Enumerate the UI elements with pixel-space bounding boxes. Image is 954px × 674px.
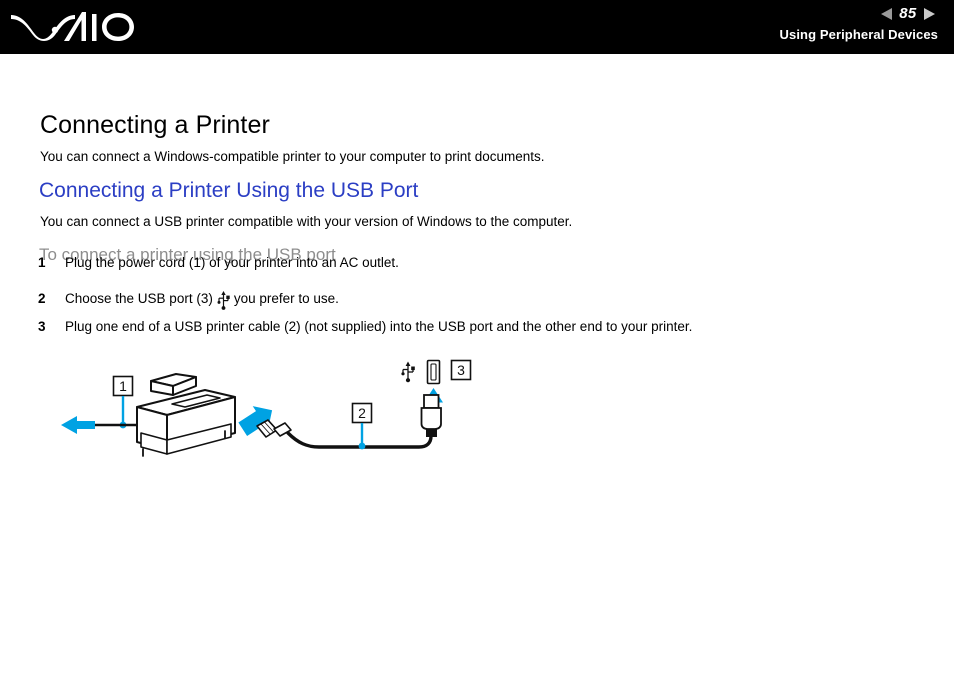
callout-3: 3 bbox=[450, 359, 472, 381]
page-number: 85 bbox=[899, 5, 917, 22]
usb-trident-icon-figure bbox=[401, 361, 415, 383]
step-number: 1 bbox=[38, 255, 46, 270]
header-right-block: 85 Using Peripheral Devices bbox=[518, 4, 938, 42]
header-section-title: Using Peripheral Devices bbox=[779, 27, 938, 42]
step-number: 3 bbox=[38, 319, 46, 334]
blue-left-arrow bbox=[61, 416, 95, 434]
svg-text:1: 1 bbox=[119, 378, 127, 394]
figure-caption: Diagram showing a printer connected by a… bbox=[55, 485, 56, 486]
step-text-after-icon: you prefer to use. bbox=[233, 291, 339, 306]
blue-diagonal-arrow bbox=[238, 406, 273, 436]
previous-page-icon[interactable] bbox=[880, 8, 892, 20]
next-page-icon[interactable] bbox=[924, 8, 935, 20]
step-item: 2 Choose the USB port (3) you prefer to u… bbox=[38, 291, 918, 311]
vaio-logo-label: VAIO bbox=[138, 8, 139, 9]
step-number: 2 bbox=[38, 291, 46, 306]
step-text: Plug one end of a USB printer cable (2) … bbox=[65, 319, 693, 334]
usb-trident-icon bbox=[216, 291, 231, 310]
intro-paragraph: You can connect a Windows-compatible pri… bbox=[40, 148, 545, 164]
section-paragraph: You can connect a USB printer compatible… bbox=[40, 213, 573, 229]
printer-illustration bbox=[136, 373, 236, 457]
usb-port-slot-icon bbox=[426, 359, 441, 385]
vaio-logo: VAIO bbox=[8, 8, 138, 46]
page-content: Connecting a Printer You can connect a W… bbox=[0, 54, 954, 674]
page-navigation: 85 bbox=[518, 4, 938, 24]
usb-plug-connector bbox=[420, 394, 442, 437]
usb-cable-printer-connector bbox=[256, 419, 292, 438]
step-item: 1 Plug the power cord (1) of your printe… bbox=[38, 255, 918, 273]
svg-text:3: 3 bbox=[457, 362, 465, 378]
step-text-before-icon: Choose the USB port (3) bbox=[65, 291, 213, 306]
step-item: 3 Plug one end of a USB printer cable (2… bbox=[38, 319, 918, 337]
page-header: VAIO 85 Using Peripheral Devices bbox=[0, 0, 954, 54]
printer-connection-diagram: 3 1 2 bbox=[55, 350, 495, 480]
page-title: Connecting a Printer bbox=[40, 110, 270, 139]
step-text: Plug the power cord (1) of your printer … bbox=[65, 255, 399, 270]
procedure-steps: 1 Plug the power cord (1) of your printe… bbox=[38, 255, 918, 337]
svg-text:2: 2 bbox=[358, 405, 366, 421]
section-heading: Connecting a Printer Using the USB Port bbox=[39, 179, 419, 203]
callout-1: 1 bbox=[112, 375, 134, 429]
callout-2: 2 bbox=[351, 402, 373, 450]
